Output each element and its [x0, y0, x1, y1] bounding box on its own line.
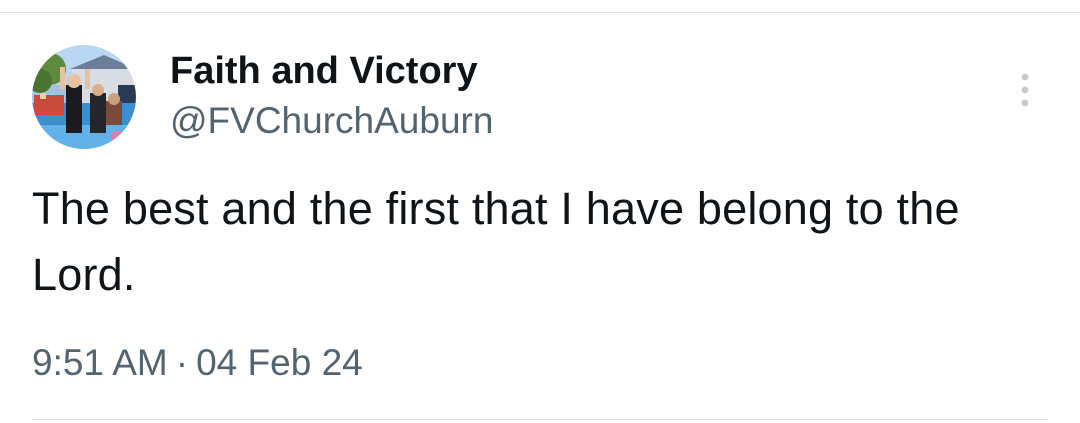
tweet-time: 9:51 AM: [32, 342, 168, 383]
more-options-button[interactable]: [1004, 66, 1046, 114]
top-divider: [0, 12, 1080, 13]
avatar[interactable]: [32, 45, 136, 149]
tweet-date: 04 Feb 24: [196, 342, 363, 383]
tweet-timestamp[interactable]: 9:51 AM · 04 Feb 24: [32, 340, 363, 386]
tweet-card[interactable]: Faith and Victory @FVChurchAuburn The be…: [0, 0, 1080, 423]
bottom-divider: [32, 419, 1048, 420]
avatar-photo: [32, 45, 136, 149]
author-display-name[interactable]: Faith and Victory: [170, 48, 478, 94]
author-handle[interactable]: @FVChurchAuburn: [170, 98, 493, 144]
tweet-text: The best and the first that I have belon…: [32, 183, 960, 300]
meta-separator: ·: [175, 342, 189, 383]
more-vertical-icon: [1021, 73, 1029, 107]
